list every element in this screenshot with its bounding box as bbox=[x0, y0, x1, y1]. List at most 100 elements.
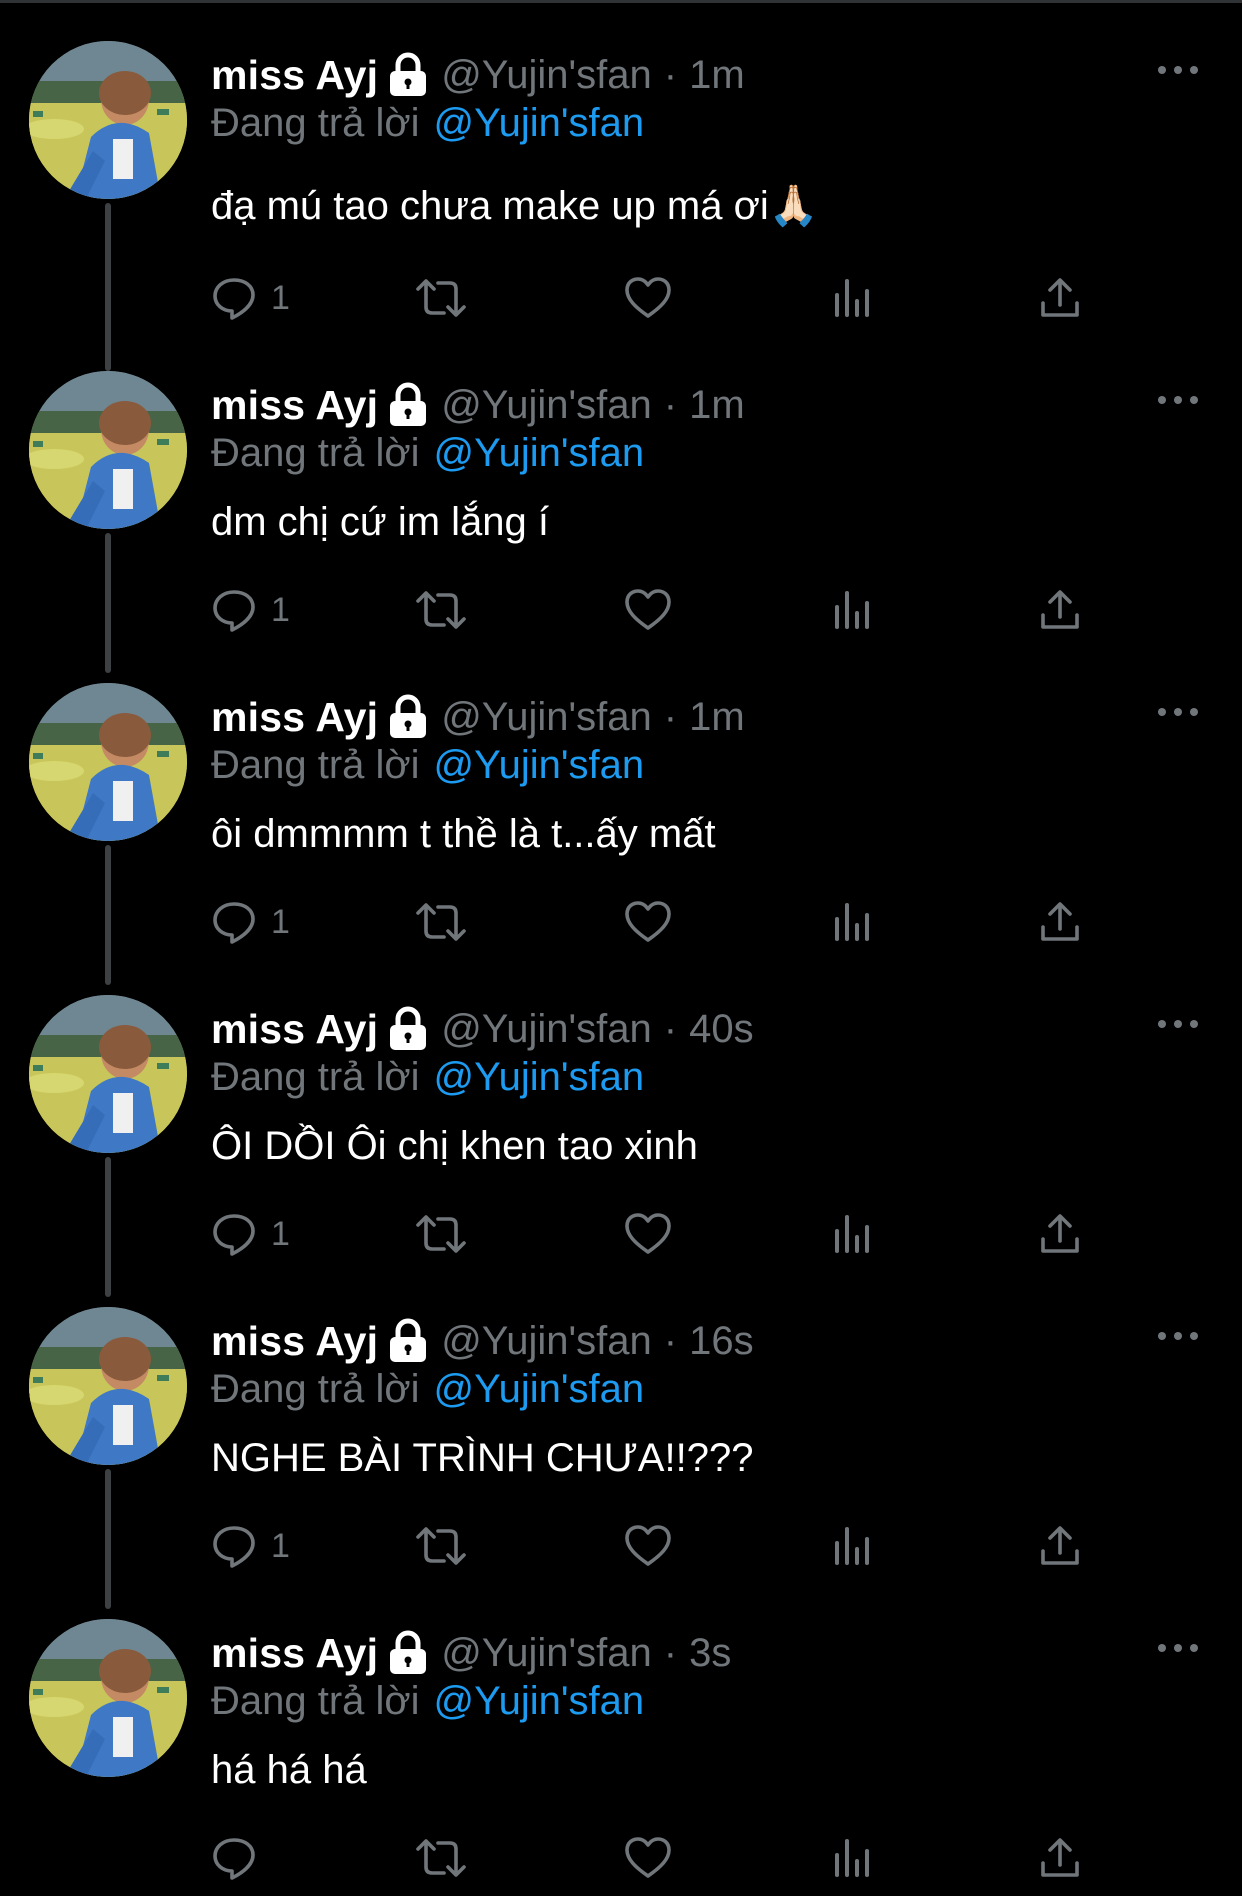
timestamp[interactable]: 3s bbox=[689, 1631, 731, 1676]
views-bars-icon bbox=[833, 899, 873, 945]
retweet-button[interactable] bbox=[414, 582, 468, 638]
tweet-actions: 1 bbox=[211, 894, 1091, 950]
reply-count: 1 bbox=[271, 902, 290, 941]
tweet[interactable]: miss Ayj @Yujin'sfan · 1m Đang trả lời @… bbox=[0, 642, 1242, 985]
timestamp[interactable]: 40s bbox=[689, 1007, 754, 1052]
avatar[interactable] bbox=[29, 41, 187, 199]
tweet-header: miss Ayj @Yujin'sfan · 1m bbox=[211, 380, 745, 430]
tweet[interactable]: miss Ayj @Yujin'sfan · 1m Đang trả lời @… bbox=[0, 0, 1242, 371]
replying-to-label: Đang trả lời bbox=[211, 430, 420, 475]
replying-to: Đang trả lời @Yujin'sfan bbox=[211, 428, 644, 478]
heart-icon bbox=[623, 1523, 673, 1569]
tweet-actions bbox=[211, 1830, 1091, 1886]
views-button[interactable] bbox=[833, 582, 873, 638]
mention-link[interactable]: @Yujin'sfan bbox=[434, 1055, 645, 1100]
timestamp[interactable]: 1m bbox=[689, 695, 745, 740]
views-button[interactable] bbox=[833, 1206, 873, 1262]
avatar[interactable] bbox=[29, 371, 187, 529]
avatar[interactable] bbox=[29, 1307, 187, 1465]
more-horizontal-icon[interactable] bbox=[1158, 1014, 1198, 1034]
tweet[interactable]: miss Ayj @Yujin'sfan · 3s Đang trả lời @… bbox=[0, 1578, 1242, 1890]
tweet[interactable]: miss Ayj @Yujin'sfan · 16s Đang trả lời … bbox=[0, 1266, 1242, 1609]
share-button[interactable] bbox=[1039, 270, 1081, 326]
user-handle[interactable]: @Yujin'sfan bbox=[441, 1631, 652, 1676]
views-button[interactable] bbox=[833, 894, 873, 950]
retweet-button[interactable] bbox=[414, 1518, 468, 1574]
views-bars-icon bbox=[833, 1523, 873, 1569]
more-horizontal-icon[interactable] bbox=[1158, 1638, 1198, 1658]
retweet-button[interactable] bbox=[414, 1830, 468, 1886]
user-handle[interactable]: @Yujin'sfan bbox=[441, 1319, 652, 1364]
tweet-actions: 1 bbox=[211, 1518, 1091, 1574]
more-horizontal-icon[interactable] bbox=[1158, 390, 1198, 410]
reply-button[interactable]: 1 bbox=[211, 894, 290, 950]
replying-to-label: Đang trả lời bbox=[211, 1054, 420, 1099]
display-name[interactable]: miss Ayj bbox=[211, 1318, 378, 1365]
retweet-button[interactable] bbox=[414, 270, 468, 326]
separator-dot: · bbox=[663, 694, 678, 739]
views-button[interactable] bbox=[833, 1830, 873, 1886]
mention-link[interactable]: @Yujin'sfan bbox=[434, 101, 645, 146]
avatar[interactable] bbox=[29, 683, 187, 841]
mention-link[interactable]: @Yujin'sfan bbox=[434, 431, 645, 476]
like-button[interactable] bbox=[623, 582, 673, 638]
user-handle[interactable]: @Yujin'sfan bbox=[441, 695, 652, 740]
more-horizontal-icon[interactable] bbox=[1158, 702, 1198, 722]
avatar[interactable] bbox=[29, 995, 187, 1153]
replying-to: Đang trả lời @Yujin'sfan bbox=[211, 1052, 644, 1102]
tweet-header: miss Ayj @Yujin'sfan · 3s bbox=[211, 1628, 731, 1678]
like-button[interactable] bbox=[623, 1830, 673, 1886]
share-upload-icon bbox=[1039, 899, 1081, 945]
like-button[interactable] bbox=[623, 1206, 673, 1262]
share-button[interactable] bbox=[1039, 894, 1081, 950]
mention-link[interactable]: @Yujin'sfan bbox=[434, 1679, 645, 1724]
avatar[interactable] bbox=[29, 1619, 187, 1777]
mention-link[interactable]: @Yujin'sfan bbox=[434, 743, 645, 788]
separator-dot: · bbox=[663, 1006, 678, 1051]
lock-icon bbox=[387, 1318, 429, 1364]
more-horizontal-icon[interactable] bbox=[1158, 60, 1198, 80]
user-handle[interactable]: @Yujin'sfan bbox=[441, 383, 652, 428]
retweet-button[interactable] bbox=[414, 1206, 468, 1262]
display-name[interactable]: miss Ayj bbox=[211, 1006, 378, 1053]
reply-thread: miss Ayj @Yujin'sfan · 1m Đang trả lời @… bbox=[0, 0, 1242, 1896]
display-name[interactable]: miss Ayj bbox=[211, 382, 378, 429]
timestamp[interactable]: 1m bbox=[689, 383, 745, 428]
display-name[interactable]: miss Ayj bbox=[211, 52, 378, 99]
reply-button[interactable]: 1 bbox=[211, 1518, 290, 1574]
views-button[interactable] bbox=[833, 1518, 873, 1574]
tweet-text: đạ mú tao chưa make up má ơi🙏🏻 bbox=[211, 184, 819, 228]
display-name[interactable]: miss Ayj bbox=[211, 694, 378, 741]
timestamp[interactable]: 16s bbox=[689, 1319, 754, 1364]
reply-bubble-icon bbox=[211, 1211, 257, 1257]
tweet[interactable]: miss Ayj @Yujin'sfan · 1m Đang trả lời @… bbox=[0, 330, 1242, 673]
more-horizontal-icon[interactable] bbox=[1158, 1326, 1198, 1346]
user-handle[interactable]: @Yujin'sfan bbox=[441, 53, 652, 98]
reply-button[interactable]: 1 bbox=[211, 1206, 290, 1262]
views-button[interactable] bbox=[833, 270, 873, 326]
reply-button[interactable] bbox=[211, 1830, 271, 1886]
mention-link[interactable]: @Yujin'sfan bbox=[434, 1367, 645, 1412]
like-button[interactable] bbox=[623, 1518, 673, 1574]
tweet-header: miss Ayj @Yujin'sfan · 1m bbox=[211, 50, 745, 100]
display-name[interactable]: miss Ayj bbox=[211, 1630, 378, 1677]
share-button[interactable] bbox=[1039, 1518, 1081, 1574]
share-button[interactable] bbox=[1039, 1830, 1081, 1886]
timestamp[interactable]: 1m bbox=[689, 53, 745, 98]
retweet-icon bbox=[414, 275, 468, 321]
tweet[interactable]: miss Ayj @Yujin'sfan · 40s Đang trả lời … bbox=[0, 954, 1242, 1297]
like-button[interactable] bbox=[623, 270, 673, 326]
views-bars-icon bbox=[833, 1211, 873, 1257]
lock-icon bbox=[387, 694, 429, 740]
reply-button[interactable]: 1 bbox=[211, 582, 290, 638]
separator-dot: · bbox=[663, 1318, 678, 1363]
user-handle[interactable]: @Yujin'sfan bbox=[441, 1007, 652, 1052]
share-button[interactable] bbox=[1039, 1206, 1081, 1262]
retweet-button[interactable] bbox=[414, 894, 468, 950]
share-button[interactable] bbox=[1039, 582, 1081, 638]
replying-to: Đang trả lời @Yujin'sfan bbox=[211, 740, 644, 790]
like-button[interactable] bbox=[623, 894, 673, 950]
reply-button[interactable]: 1 bbox=[211, 270, 290, 326]
tweet-header: miss Ayj @Yujin'sfan · 16s bbox=[211, 1316, 754, 1366]
tweet-actions: 1 bbox=[211, 582, 1091, 638]
